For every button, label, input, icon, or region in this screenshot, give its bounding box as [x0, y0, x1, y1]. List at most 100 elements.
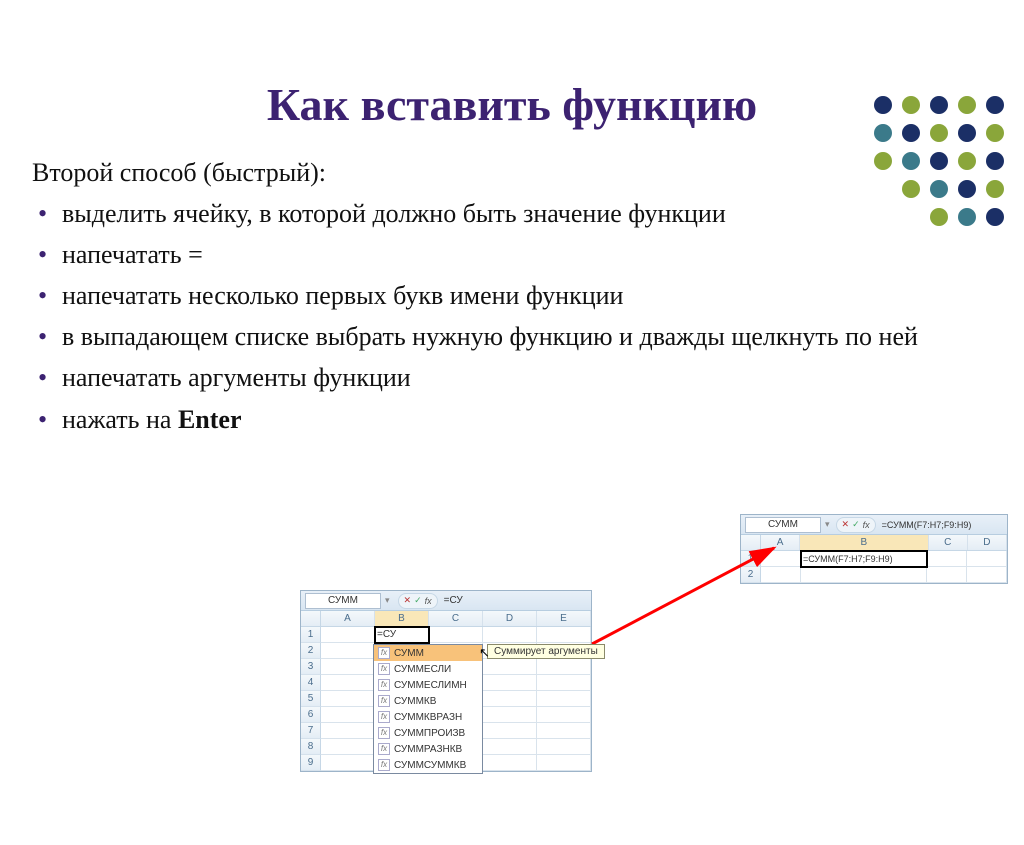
- autocomplete-label: СУММЕСЛИ: [394, 664, 451, 675]
- cell[interactable]: [483, 739, 537, 755]
- row-header[interactable]: 7: [301, 723, 321, 739]
- formula-bar[interactable]: =СУ: [444, 595, 463, 606]
- cell[interactable]: [967, 551, 1007, 567]
- fx-icon: fx: [378, 759, 390, 771]
- function-tooltip: Суммирует аргументы: [487, 644, 605, 659]
- cell[interactable]: [321, 739, 375, 755]
- autocomplete-label: СУММКВРАЗН: [394, 712, 462, 723]
- column-header[interactable]: E: [537, 611, 591, 626]
- cell[interactable]: [483, 659, 537, 675]
- intro-text: Второй способ (быстрый):: [32, 155, 992, 190]
- column-header[interactable]: A: [321, 611, 375, 626]
- autocomplete-label: СУММКВ: [394, 696, 436, 707]
- column-header[interactable]: C: [429, 611, 483, 626]
- autocomplete-item[interactable]: fxСУММКВ: [374, 693, 482, 709]
- cell[interactable]: [321, 707, 375, 723]
- autocomplete-item[interactable]: fx СУММКВРАЗН: [374, 709, 482, 725]
- cell[interactable]: [483, 627, 537, 643]
- cell[interactable]: [321, 691, 375, 707]
- cell[interactable]: [321, 643, 375, 659]
- cell[interactable]: [927, 551, 967, 567]
- cell[interactable]: [927, 567, 967, 583]
- row-header[interactable]: 2: [301, 643, 321, 659]
- column-header[interactable]: C: [929, 535, 968, 550]
- cell[interactable]: [967, 567, 1007, 583]
- cell[interactable]: [537, 659, 591, 675]
- bullet-item: выделить ячейку, в которой должно быть з…: [32, 196, 992, 231]
- autocomplete-item[interactable]: fx СУММ: [374, 645, 482, 661]
- row-header[interactable]: 1: [741, 551, 761, 567]
- row-header[interactable]: 3: [301, 659, 321, 675]
- bullet-item: напечатать аргументы функции: [32, 360, 992, 395]
- cell[interactable]: [321, 659, 375, 675]
- enter-icon[interactable]: ✓: [414, 595, 422, 606]
- cell[interactable]: [483, 723, 537, 739]
- enter-icon[interactable]: ✓: [852, 519, 860, 530]
- cell[interactable]: [483, 707, 537, 723]
- cell[interactable]: [321, 723, 375, 739]
- bullet-item: напечатать =: [32, 237, 992, 272]
- formula-bar-controls[interactable]: ✕ ✓ fx: [836, 517, 876, 533]
- autocomplete-label: СУММ: [394, 648, 424, 659]
- cell[interactable]: [483, 675, 537, 691]
- row-header[interactable]: 4: [301, 675, 321, 691]
- cell[interactable]: [483, 691, 537, 707]
- cell[interactable]: [537, 723, 591, 739]
- formula-bar-controls[interactable]: ✕ ✓ fx: [398, 593, 438, 609]
- cancel-icon[interactable]: ✕: [404, 595, 412, 606]
- cursor-icon: ↖: [479, 645, 490, 661]
- fx-icon: fx: [378, 663, 390, 675]
- fx-icon: fx: [378, 711, 390, 723]
- formula-bar[interactable]: =СУММ(F7:H7;F9:H9): [882, 520, 972, 530]
- cell[interactable]: [801, 567, 927, 583]
- enter-keyword: Enter: [178, 405, 242, 434]
- active-cell[interactable]: =СУ: [375, 627, 429, 643]
- name-box[interactable]: СУММ: [305, 593, 381, 609]
- column-header[interactable]: D: [968, 535, 1007, 550]
- function-autocomplete-dropdown[interactable]: fxСУММ fxСУММЕСЛИ fxСУММЕСЛИМН fxСУММКВ …: [373, 644, 483, 774]
- cell[interactable]: [321, 755, 375, 771]
- excel-screenshot-arguments: СУММ ▾ ✕ ✓ fx =СУММ(F7:H7;F9:H9) A B C D…: [740, 514, 1008, 584]
- autocomplete-item[interactable]: fxСУММПРОИЗВ: [374, 725, 482, 741]
- cell[interactable]: [483, 755, 537, 771]
- slide-content: Второй способ (быстрый): выделить ячейку…: [32, 155, 992, 437]
- fx-icon[interactable]: fx: [863, 520, 870, 530]
- active-cell[interactable]: =СУММ(F7:H7;F9:H9): [801, 551, 927, 567]
- autocomplete-label: СУММРАЗНКВ: [394, 744, 462, 755]
- autocomplete-item[interactable]: fx СУММСУММКВ: [374, 757, 482, 773]
- cell[interactable]: [321, 627, 375, 643]
- column-header[interactable]: B: [800, 535, 928, 550]
- row-header[interactable]: 8: [301, 739, 321, 755]
- row-header[interactable]: 2: [741, 567, 761, 583]
- column-header[interactable]: B: [375, 611, 429, 626]
- autocomplete-item[interactable]: fx СУММРАЗНКВ: [374, 741, 482, 757]
- row-header[interactable]: 9: [301, 755, 321, 771]
- cell[interactable]: [537, 707, 591, 723]
- bullet-item: в выпадающем списке выбрать нужную функц…: [32, 319, 992, 354]
- autocomplete-item[interactable]: fx СУММЕСЛИ: [374, 661, 482, 677]
- slide-title: Как вставить функцию: [0, 78, 1024, 131]
- autocomplete-label: СУММСУММКВ: [394, 760, 466, 771]
- cell[interactable]: [761, 567, 801, 583]
- cell[interactable]: [761, 551, 801, 567]
- column-header[interactable]: D: [483, 611, 537, 626]
- cell[interactable]: [537, 739, 591, 755]
- cell[interactable]: [321, 675, 375, 691]
- name-box[interactable]: СУММ: [745, 517, 821, 533]
- autocomplete-item[interactable]: fxСУММЕСЛИМН: [374, 677, 482, 693]
- fx-icon: fx: [378, 743, 390, 755]
- autocomplete-label: СУММЕСЛИМН: [394, 680, 467, 691]
- row-header[interactable]: 5: [301, 691, 321, 707]
- column-header[interactable]: A: [761, 535, 800, 550]
- fx-icon[interactable]: fx: [425, 596, 432, 606]
- fx-icon: fx: [378, 647, 390, 659]
- row-header[interactable]: 6: [301, 707, 321, 723]
- cell[interactable]: [537, 755, 591, 771]
- cancel-icon[interactable]: ✕: [842, 519, 850, 530]
- cell[interactable]: [429, 627, 483, 643]
- cell[interactable]: [537, 627, 591, 643]
- row-header[interactable]: 1: [301, 627, 321, 643]
- cell[interactable]: [537, 691, 591, 707]
- cell[interactable]: [537, 675, 591, 691]
- bullet-item: нажать на Enter: [32, 402, 992, 437]
